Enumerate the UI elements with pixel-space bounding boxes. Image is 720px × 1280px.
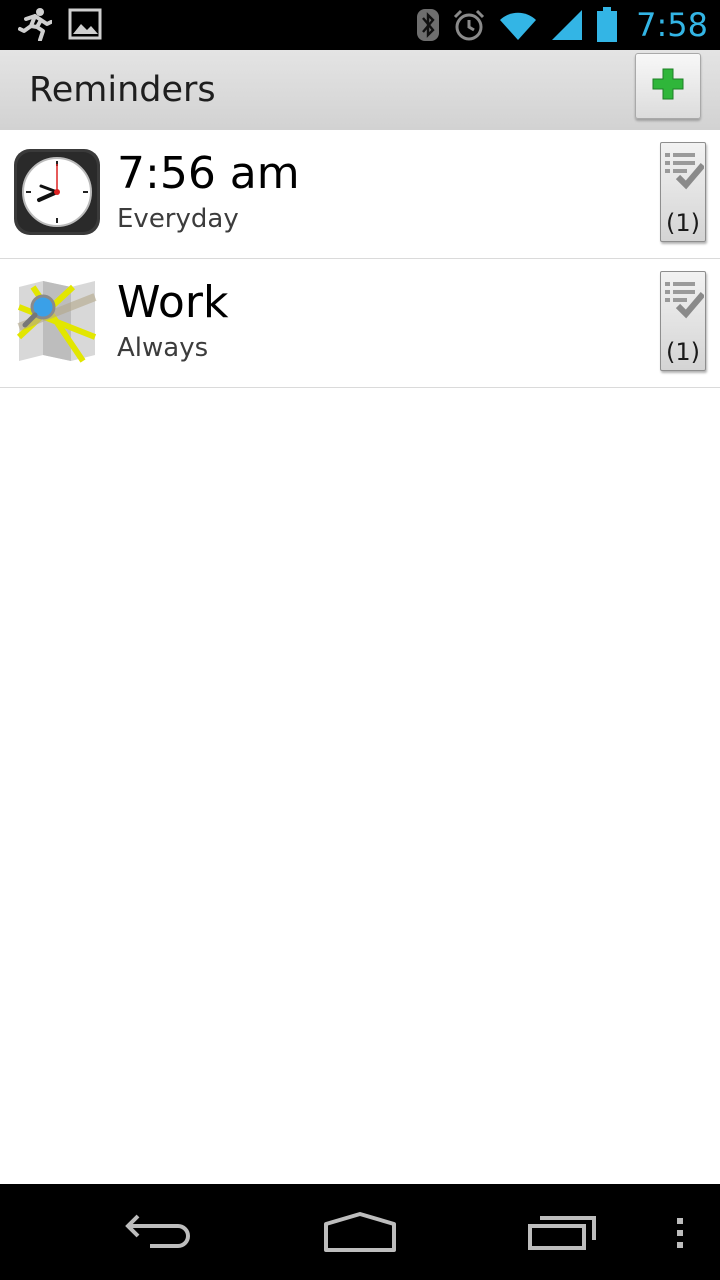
reminder-title: Work (117, 277, 229, 328)
battery-icon (596, 7, 618, 43)
reminder-list: 7:56 am Everyday (1) Work Always (1) (0, 130, 720, 388)
running-icon (18, 7, 52, 41)
checklist-icon (662, 276, 706, 327)
screen: 7:58 Reminders 7:56 am Everyday (1) Work… (0, 0, 720, 1280)
status-bar: 7:58 (0, 0, 720, 50)
map-icon (13, 277, 101, 365)
alarm-icon (452, 8, 486, 42)
wifi-icon (498, 8, 538, 42)
list-item[interactable]: Work Always (1) (0, 259, 720, 388)
bluetooth-icon (416, 8, 440, 42)
image-icon (68, 8, 102, 40)
checklist-icon (662, 147, 706, 198)
task-count: (1) (666, 209, 700, 237)
reminder-subtitle: Everyday (117, 204, 239, 234)
clock-time: 7:58 (636, 6, 708, 44)
action-bar: Reminders (0, 50, 720, 131)
plus-icon (651, 67, 685, 106)
task-list-button[interactable]: (1) (660, 271, 706, 371)
reminder-subtitle: Always (117, 333, 209, 363)
overflow-menu-icon[interactable] (672, 1204, 688, 1261)
recents-icon[interactable] (524, 1204, 604, 1261)
navigation-bar (0, 1184, 720, 1280)
add-reminder-button[interactable] (635, 53, 701, 119)
signal-icon (550, 8, 584, 42)
page-title: Reminders (29, 70, 216, 110)
back-icon[interactable] (120, 1204, 200, 1261)
home-icon[interactable] (320, 1204, 400, 1261)
reminder-title: 7:56 am (117, 148, 300, 199)
clock-icon (13, 148, 101, 236)
task-count: (1) (666, 338, 700, 366)
task-list-button[interactable]: (1) (660, 142, 706, 242)
list-item[interactable]: 7:56 am Everyday (1) (0, 130, 720, 259)
